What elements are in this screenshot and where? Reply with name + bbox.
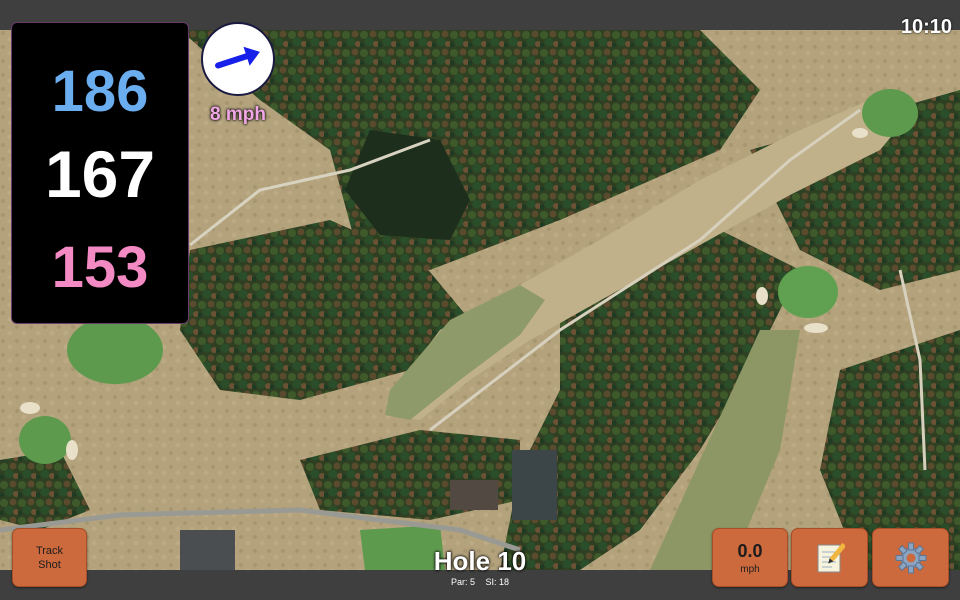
track-shot-button[interactable]: Track Shot xyxy=(12,528,87,587)
speed-unit: mph xyxy=(740,563,760,575)
front-distance: 153 xyxy=(51,235,149,300)
clock: 10:10 xyxy=(900,16,952,38)
hole-par: Par: 5 xyxy=(450,577,475,587)
speed-value: 0.0 xyxy=(737,540,763,561)
wind-arrow-icon xyxy=(215,46,260,69)
speed-button[interactable]: 0.0 mph xyxy=(712,528,788,587)
distance-panel: 186 167 153 xyxy=(11,22,189,324)
notepad-icon xyxy=(817,542,845,572)
wind-speed: 8 mph xyxy=(210,104,266,125)
settings-button[interactable] xyxy=(872,528,949,587)
notes-button[interactable] xyxy=(791,528,868,587)
gear-icon xyxy=(895,542,926,573)
golf-gps-screen: 10:10 186 167 153 8 mph Track Shot Hole … xyxy=(0,0,960,600)
track-shot-label-line1: Track xyxy=(35,544,64,557)
center-distance: 167 xyxy=(44,137,156,211)
hole-stroke-index: SI: 18 xyxy=(485,577,510,587)
hole-meta: Par: 5 SI: 18 xyxy=(380,577,580,587)
hole-title: Hole 10 xyxy=(433,546,527,576)
back-distance: 186 xyxy=(51,59,149,124)
wind-direction-dial xyxy=(201,22,275,96)
track-shot-label-line2: Shot xyxy=(38,558,61,571)
